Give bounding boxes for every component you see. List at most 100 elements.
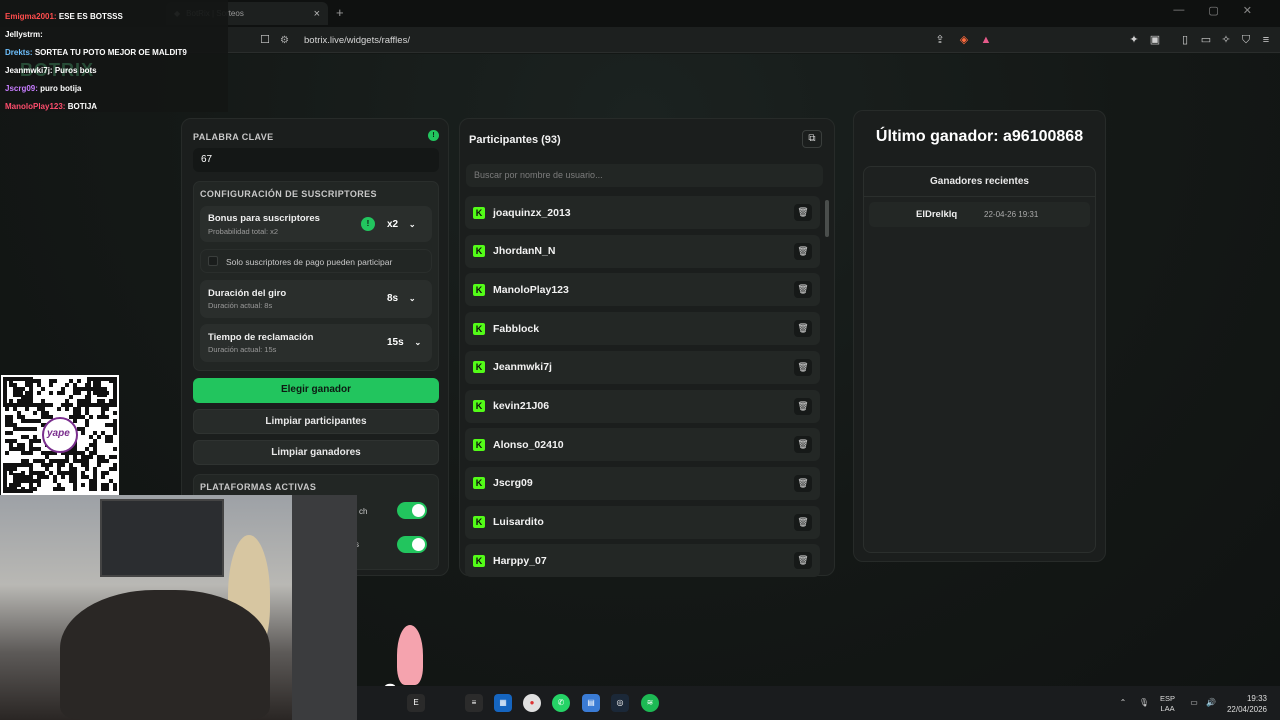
notepad-icon[interactable]: ▤ bbox=[582, 694, 600, 712]
paid-only-checkbox[interactable] bbox=[208, 256, 218, 266]
kick-logo-icon: K bbox=[473, 438, 485, 451]
delete-participant-button[interactable]: 🗑 bbox=[794, 358, 812, 376]
kick-logo-icon: K bbox=[473, 206, 485, 219]
claim-select[interactable]: 15s ⌄ bbox=[387, 337, 421, 348]
language-indicator[interactable]: ESP LAA bbox=[1160, 694, 1175, 714]
yape-logo-text: yape bbox=[47, 428, 70, 439]
delete-participant-button[interactable]: 🗑 bbox=[794, 281, 812, 299]
keyword-input[interactable]: 67 bbox=[193, 148, 439, 172]
kick-logo-icon: K bbox=[473, 516, 485, 529]
webcam-overlay bbox=[0, 495, 357, 720]
delete-participant-button[interactable]: 🗑 bbox=[794, 397, 812, 415]
participant-name: Fabblock bbox=[493, 322, 540, 335]
close-tab-icon[interactable]: × bbox=[314, 8, 320, 20]
bonus-select-value: x2 bbox=[387, 219, 399, 230]
twitch-toggle[interactable] bbox=[397, 502, 427, 519]
participant-name: Harppy_07 bbox=[493, 554, 547, 567]
wallet-icon[interactable]: ▭ bbox=[1199, 33, 1213, 47]
participant-name: Jscrg09 bbox=[493, 477, 533, 490]
steam-icon[interactable]: ◎ bbox=[611, 694, 629, 712]
app-icon[interactable]: ≡ bbox=[465, 694, 483, 712]
participant-name: joaquinzx_2013 bbox=[493, 206, 571, 219]
participant-row: K Fabblock 🗑 bbox=[465, 312, 820, 346]
vpn-icon[interactable]: ⛉ bbox=[1239, 33, 1253, 47]
spin-subtitle: Duración actual: 8s bbox=[208, 301, 273, 310]
kick-logo-icon: K bbox=[473, 245, 485, 258]
delete-participant-button[interactable]: 🗑 bbox=[794, 204, 812, 221]
door-frame bbox=[292, 495, 357, 720]
chrome-icon[interactable]: ● bbox=[523, 694, 541, 712]
chat-text: SORTEA TU POTO MEJOR OE MALDIT9 bbox=[34, 48, 187, 57]
stream-chat-overlay: BOTRIX Emigma2001: ESE ES BOTSSS Jellystr… bbox=[0, 0, 228, 112]
delete-participant-button[interactable]: 🗑 bbox=[794, 513, 812, 531]
address-bar[interactable]: ⚙ botrix.live/widgets/raffles/ bbox=[280, 30, 1000, 50]
participants-scrollbar[interactable] bbox=[825, 200, 829, 237]
site-settings-icon[interactable]: ⚙ bbox=[280, 35, 304, 46]
tray-chevron-icon[interactable]: ⌃ bbox=[1114, 694, 1132, 712]
delete-participant-button[interactable]: 🗑 bbox=[794, 242, 812, 260]
maximize-button[interactable]: ▢ bbox=[1208, 4, 1218, 17]
sidebar-icon[interactable]: ▯ bbox=[1178, 33, 1192, 47]
delete-participant-button[interactable]: 🗑 bbox=[794, 320, 812, 338]
wall-poster bbox=[100, 499, 224, 577]
clear-winners-button[interactable]: Limpiar ganadores bbox=[193, 440, 439, 465]
delete-participant-button[interactable]: 🗑 bbox=[794, 474, 812, 492]
brave-shield-icon[interactable]: ◈ bbox=[957, 33, 971, 47]
search-participants-input[interactable]: Buscar por nombre de usuario... bbox=[466, 164, 823, 187]
extensions-icon[interactable]: ✦ bbox=[1127, 33, 1141, 47]
kick-logo-icon: K bbox=[473, 361, 485, 374]
participant-row: K ManoloPlay123 🗑 bbox=[465, 273, 820, 307]
chat-text: puro botija bbox=[40, 84, 82, 93]
participant-name: kevin21J06 bbox=[493, 400, 550, 412]
delete-participant-button[interactable]: 🗑 bbox=[794, 436, 812, 454]
participant-name: Alonso_02410 bbox=[493, 438, 564, 451]
calculator-icon[interactable]: ▦ bbox=[494, 694, 512, 712]
bookmark-icon[interactable]: ☐ bbox=[258, 33, 272, 47]
paid-only-label: Solo suscriptores de pago pueden partici… bbox=[226, 257, 393, 267]
chat-message: Jeanmwki7j: Puros bots bbox=[5, 66, 97, 75]
menu-icon[interactable]: ≡ bbox=[1259, 33, 1273, 47]
lang-top: ESP bbox=[1160, 694, 1176, 703]
network-icon[interactable]: ▭ bbox=[1185, 694, 1203, 712]
chat-username: ManoloPlay123: bbox=[5, 102, 66, 111]
spin-select[interactable]: 8s ⌄ bbox=[387, 293, 416, 304]
bonus-select[interactable]: x2 ⌄ bbox=[387, 219, 416, 230]
chat-username: Drekts: bbox=[5, 48, 33, 57]
chevron-down-icon: ⌄ bbox=[408, 220, 416, 229]
sticker-figure bbox=[397, 625, 423, 685]
share-icon[interactable]: ⇪ bbox=[933, 33, 947, 47]
copy-icon[interactable]: ⧉ bbox=[802, 130, 822, 148]
leo-ai-icon[interactable]: ✧ bbox=[1219, 33, 1233, 47]
minimize-button[interactable]: — bbox=[1173, 4, 1184, 17]
microphone-icon[interactable]: 🎙 bbox=[1135, 694, 1153, 712]
pick-winner-button[interactable]: Elegir ganador bbox=[193, 378, 439, 403]
epic-games-icon[interactable]: E bbox=[407, 694, 425, 712]
kick-toggle[interactable] bbox=[397, 536, 427, 553]
chat-message: ManoloPlay123: BOTIJA bbox=[5, 102, 97, 111]
chat-text: Puros bots bbox=[54, 66, 97, 75]
bonus-info-icon[interactable]: ! bbox=[361, 217, 375, 231]
spotify-icon[interactable]: ≋ bbox=[641, 694, 659, 712]
participant-name: JhordanN_N bbox=[493, 245, 556, 258]
divider bbox=[863, 196, 1096, 197]
delete-participant-button[interactable]: 🗑 bbox=[794, 552, 812, 570]
rewards-icon[interactable]: ▲ bbox=[979, 33, 993, 47]
taskbar: E ≡ ▦ ● ✆ ▤ ◎ ≋ ⌃ 🎙 ESP LAA ▭ 🔊 19:33 22… bbox=[357, 686, 1280, 720]
clear-participants-button[interactable]: Limpiar participantes bbox=[193, 409, 439, 434]
volume-icon[interactable]: 🔊 bbox=[1202, 694, 1220, 712]
bonus-title: Bonus para suscriptores bbox=[208, 213, 320, 224]
close-window-button[interactable]: ✕ bbox=[1243, 4, 1252, 17]
clock-date: 22/04/2026 bbox=[1226, 705, 1267, 714]
whatsapp-icon[interactable]: ✆ bbox=[552, 694, 570, 712]
clock[interactable]: 19:33 22/04/2026 bbox=[1219, 693, 1267, 715]
chat-message: Drekts: SORTEA TU POTO MEJOR OE MALDIT9 bbox=[5, 48, 187, 57]
screenshot-icon[interactable]: ▣ bbox=[1148, 33, 1162, 47]
spin-title: Duración del giro bbox=[208, 288, 287, 299]
new-tab-button[interactable]: + bbox=[336, 5, 344, 20]
recent-winner-date: 22-04-26 19:31 bbox=[984, 210, 1039, 219]
chat-text: ESE ES BOTSSS bbox=[58, 12, 123, 21]
participant-row: Kjoaquinzx_2013 🗑 bbox=[465, 196, 820, 229]
kick-logo-icon: K bbox=[473, 554, 485, 567]
info-icon[interactable]: ! bbox=[428, 130, 439, 141]
spin-select-value: 8s bbox=[387, 293, 399, 304]
